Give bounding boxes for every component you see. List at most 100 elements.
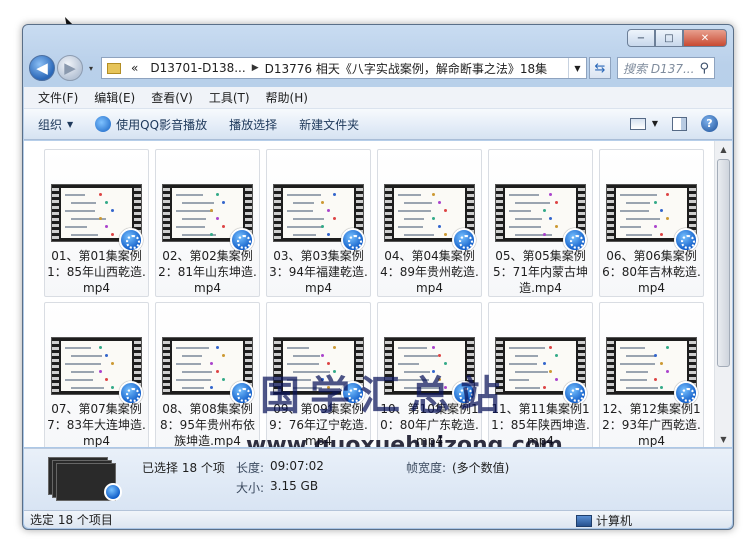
menu-help[interactable]: 帮助(H)	[266, 89, 308, 106]
file-item[interactable]: 03、第03集案例3：94年福建乾造.mp4	[266, 149, 371, 297]
frame-text-line	[65, 194, 85, 196]
video-frame	[61, 188, 132, 238]
frame-text-line	[71, 202, 96, 204]
chevron-down-icon: ▼	[651, 119, 658, 128]
breadcrumb-current[interactable]: D13776 相天《八字实战案例，解命断事之法》18集	[259, 60, 554, 77]
new-folder-button[interactable]: 新建文件夹	[299, 116, 359, 133]
scroll-down-icon[interactable]: ▼	[715, 431, 732, 447]
video-frame	[172, 341, 243, 391]
file-name: 04、第04集案例4：89年贵州乾造.mp4	[380, 249, 479, 295]
back-button[interactable]: ◀	[29, 55, 55, 81]
search-icon[interactable]: ⚲	[699, 61, 709, 76]
organize-label: 组织	[38, 117, 63, 132]
frame-text-line	[509, 226, 541, 228]
change-view-button[interactable]: ▼	[629, 117, 658, 130]
file-item[interactable]: 06、第06集案例6：80年吉林乾造.mp4	[599, 149, 704, 297]
frame-text-line	[182, 202, 214, 204]
watermark-url: www.guoxuehuizong.com	[246, 433, 563, 447]
frame-marker	[432, 346, 435, 349]
frame-marker	[222, 378, 225, 381]
frame-text-line	[65, 210, 95, 212]
frame-marker	[543, 209, 546, 212]
selection-thumbnail-stack	[48, 457, 122, 505]
frame-marker	[99, 217, 102, 220]
frame-text-line	[293, 355, 320, 357]
frame-marker	[555, 201, 558, 204]
scroll-up-icon[interactable]: ▲	[715, 141, 732, 157]
frame-text-line	[182, 387, 204, 389]
file-item[interactable]: 02、第02集案例2：81年山东坤造.mp4	[155, 149, 260, 297]
frame-marker	[654, 201, 657, 204]
command-bar: 组织 ▼ 使用QQ影音播放 播放选择 新建文件夹 ▼ ?	[24, 109, 732, 140]
address-dropdown-button[interactable]: ▼	[568, 58, 586, 78]
toolbar-right-group: ▼ ?	[629, 115, 718, 132]
frame-text-line	[509, 379, 529, 381]
menu-view[interactable]: 查看(V)	[151, 89, 193, 106]
frame-text-line	[626, 355, 656, 357]
frame-marker	[660, 362, 663, 365]
file-item[interactable]: 01、第01集案例1：85年山西乾造.mp4	[44, 149, 149, 297]
minimize-button[interactable]: −	[627, 29, 655, 47]
menu-file[interactable]: 文件(F)	[38, 89, 78, 106]
menu-tools[interactable]: 工具(T)	[209, 89, 250, 106]
file-name: 02、第02集案例2：81年山东坤造.mp4	[158, 249, 257, 295]
size-value: 3.15 GB	[270, 479, 319, 493]
view-icon	[629, 117, 646, 130]
frame-text-line	[404, 218, 424, 220]
frame-marker	[660, 209, 663, 212]
recent-pages-dropdown[interactable]: ▾	[85, 64, 97, 73]
breadcrumb-parent[interactable]: D13701-D138...	[144, 61, 251, 75]
frame-marker	[549, 346, 552, 349]
breadcrumb-overflow[interactable]: «	[125, 61, 144, 75]
frame-text-line	[620, 226, 641, 228]
file-name: 05、第05集案例5：71年内蒙古坤造.mp4	[493, 249, 588, 295]
frame-marker	[555, 378, 558, 381]
qq-video-badge-icon	[104, 483, 122, 501]
play-selection-button[interactable]: 播放选择	[229, 116, 277, 133]
video-frame	[394, 188, 465, 238]
file-list[interactable]: 01、第01集案例1：85年山西乾造.mp4 02、第02集案例2：81年山东坤造…	[24, 141, 714, 447]
help-icon[interactable]: ?	[701, 115, 718, 132]
organize-button[interactable]: 组织 ▼	[38, 116, 73, 133]
frame-marker	[105, 225, 108, 228]
file-item[interactable]: 05、第05集案例5：71年内蒙古坤造.mp4	[488, 149, 593, 297]
address-bar[interactable]: « D13701-D138... ▶ D13776 相天《八字实战案例，解命断事…	[101, 57, 587, 79]
preview-pane-icon[interactable]	[672, 116, 687, 131]
file-item[interactable]: 07、第07集案例7：83年大连坤造.mp4	[44, 302, 149, 447]
frame-marker	[99, 346, 102, 349]
frame-text-line	[620, 194, 657, 196]
frame-marker	[216, 217, 219, 220]
length-label: 长度:	[236, 461, 265, 475]
frame-marker	[210, 386, 213, 389]
frame-text-line	[65, 226, 87, 228]
frame-text-line	[509, 210, 531, 212]
scrollbar-thumb[interactable]	[717, 159, 730, 367]
navigation-row: ◀ ▶ ▾ « D13701-D138... ▶ D13776 相天《八字实战案…	[29, 53, 727, 83]
play-with-qq-button[interactable]: 使用QQ影音播放	[95, 116, 207, 133]
vertical-scrollbar[interactable]: ▲ ▼	[714, 141, 732, 447]
frame-marker	[654, 378, 657, 381]
file-item[interactable]: 04、第04集案例4：89年贵州乾造.mp4	[377, 149, 482, 297]
maximize-button[interactable]: □	[655, 29, 683, 47]
file-name: 06、第06集案例6：80年吉林乾造.mp4	[602, 249, 701, 295]
file-item[interactable]: 12、第12集案例12：93年广西乾造.mp4	[599, 302, 704, 447]
search-input[interactable]: 搜索 D137... ⚲	[617, 57, 715, 79]
menu-edit[interactable]: 编辑(E)	[94, 89, 135, 106]
frame-marker	[666, 217, 669, 220]
frame-marker	[99, 193, 102, 196]
refresh-button[interactable]: ⇆	[589, 57, 611, 79]
frame-text-line	[293, 218, 324, 220]
breadcrumb-separator-icon[interactable]: ▶	[252, 63, 259, 73]
frame-marker	[438, 201, 441, 204]
frame-text-line	[398, 347, 427, 349]
close-button[interactable]: ✕	[683, 29, 727, 47]
frame-text-line	[398, 194, 421, 196]
frame-text-line	[176, 226, 205, 228]
status-location: 计算机	[575, 512, 632, 529]
file-item[interactable]: 08、第08集案例8：95年贵州布依族坤造.mp4	[155, 302, 260, 447]
frame-text-line	[71, 371, 94, 373]
details-pane: 已选择 18 个项 长度: 09:07:02 大小: 3.15 GB 帧宽度: …	[24, 448, 732, 512]
computer-icon	[575, 514, 592, 527]
forward-button[interactable]: ▶	[57, 55, 83, 81]
frame-text-line	[71, 355, 102, 357]
